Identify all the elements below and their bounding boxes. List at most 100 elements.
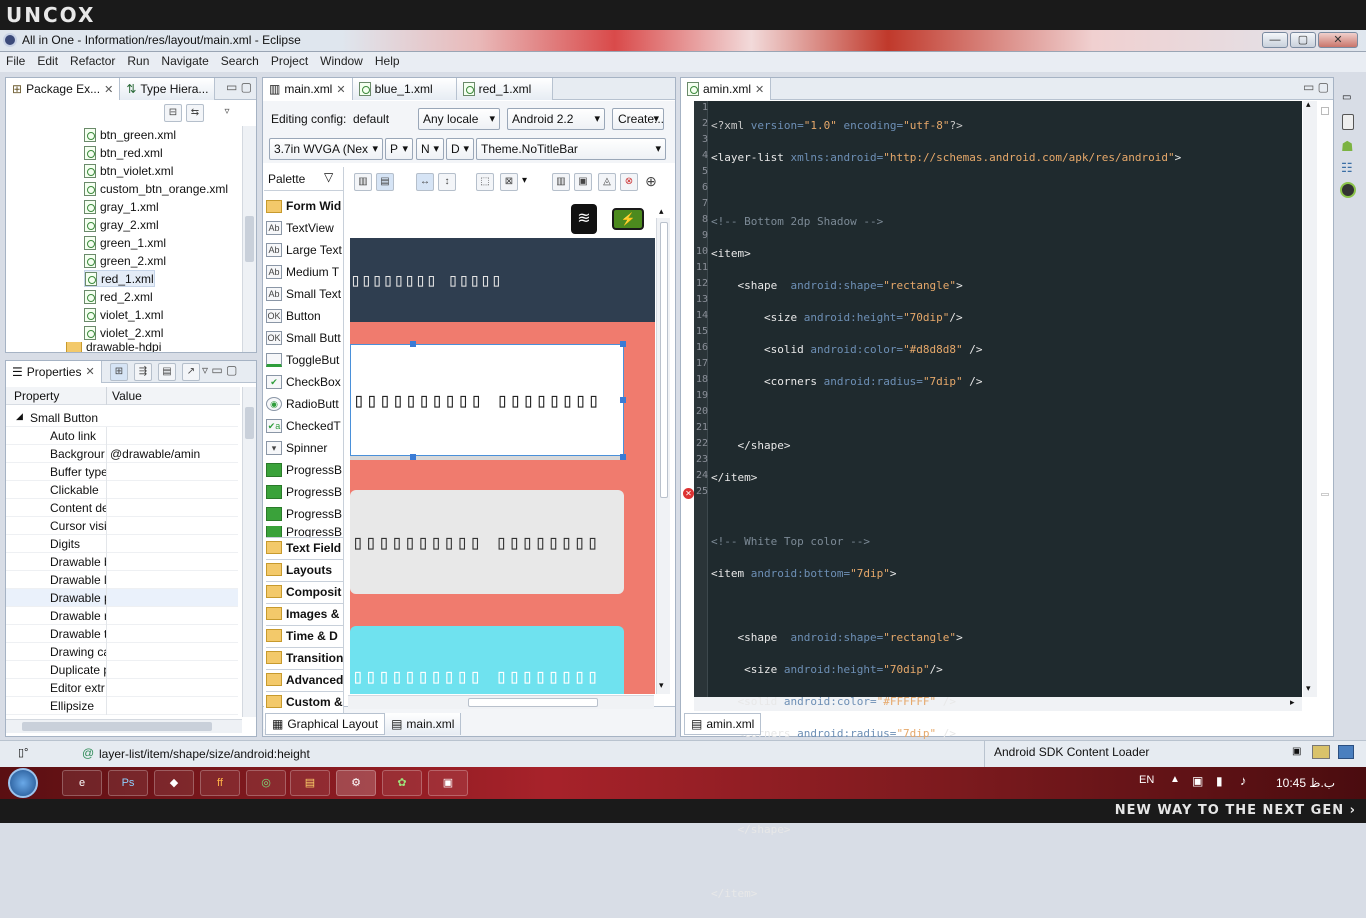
tree-item[interactable]: custom_btn_orange.xml bbox=[84, 180, 228, 197]
table-row[interactable]: Cursor visi bbox=[6, 517, 238, 535]
power-icon[interactable]: ▣ bbox=[1192, 774, 1203, 788]
menu-search[interactable]: Search bbox=[215, 52, 265, 70]
table-row[interactable]: Content de bbox=[6, 499, 238, 517]
refresh-icon[interactable]: ⊗ bbox=[620, 173, 638, 191]
taskbar-app-chrome[interactable]: ◎ bbox=[246, 770, 286, 796]
table-row[interactable]: Ellipsize bbox=[6, 697, 238, 715]
margins-icon[interactable]: ⬚ bbox=[476, 173, 494, 191]
close-icon[interactable]: ✕ bbox=[104, 83, 113, 96]
link-editor-icon[interactable]: ⇆ bbox=[186, 104, 204, 122]
locale-select[interactable]: Any locale bbox=[418, 108, 500, 130]
tab-main-xml[interactable]: ▥ main.xml ✕ bbox=[263, 78, 353, 100]
console-icon[interactable] bbox=[1338, 745, 1354, 759]
tree-item[interactable]: btn_green.xml bbox=[84, 126, 176, 143]
tray-expand-icon[interactable]: ▲ bbox=[1170, 774, 1180, 785]
categories-icon[interactable]: ⊞ bbox=[110, 363, 128, 381]
pin-icon[interactable]: ↗ bbox=[182, 363, 200, 381]
palette-item-checkedtextview[interactable]: ✔a CheckedT bbox=[266, 416, 344, 436]
tab-amin-xml[interactable]: amin.xml ✕ bbox=[681, 78, 772, 100]
progress-icon[interactable] bbox=[1312, 745, 1330, 759]
night-mode-select[interactable]: N bbox=[416, 138, 444, 160]
palette-item-medium-text[interactable]: Ab Medium T bbox=[266, 262, 344, 282]
volume-icon[interactable]: ♪ bbox=[1240, 773, 1247, 788]
tree-folder[interactable]: drawable-hdpi bbox=[66, 342, 161, 352]
dock-select[interactable]: D bbox=[446, 138, 474, 160]
orientation-select[interactable]: P bbox=[385, 138, 413, 160]
tab-amin-xml-source[interactable]: ▤ amin.xml bbox=[684, 713, 762, 735]
tree-item[interactable]: btn_red.xml bbox=[84, 144, 163, 161]
table-row[interactable]: Duplicate p bbox=[6, 661, 238, 679]
palette-category-custom[interactable]: Custom & bbox=[266, 691, 344, 711]
selection-handle[interactable] bbox=[620, 454, 626, 460]
selected-small-button[interactable]: ▯▯▯▯▯▯▯▯▯▯ ▯▯▯▯▯▯▯▯ bbox=[350, 344, 624, 456]
view-menu-icon[interactable]: ▿ ▭ ▢ bbox=[202, 363, 237, 377]
table-row[interactable]: Drawable t bbox=[6, 625, 238, 643]
clock[interactable]: 10:45 ب.ظ bbox=[1276, 776, 1335, 790]
table-row[interactable]: Drawing ca bbox=[6, 643, 238, 661]
taskbar-app-firefox[interactable]: ff bbox=[200, 770, 240, 796]
tab-main-xml-source[interactable]: ▤ main.xml bbox=[385, 713, 462, 735]
tree-item[interactable]: violet_1.xml bbox=[84, 306, 163, 323]
tree-item[interactable]: btn_violet.xml bbox=[84, 162, 173, 179]
gravity-dropdown-icon[interactable]: ▾ bbox=[522, 175, 527, 186]
device-select[interactable]: 3.7in WVGA (Nex bbox=[269, 138, 383, 160]
actual-size-icon[interactable]: ▣ bbox=[574, 173, 592, 191]
menu-file[interactable]: File bbox=[0, 52, 31, 70]
palette-item-textview[interactable]: Ab TextView bbox=[266, 218, 344, 238]
close-icon[interactable]: ✕ bbox=[85, 365, 94, 378]
property-value[interactable]: @drawable/amin bbox=[110, 447, 200, 461]
taskbar-app-eclipse[interactable]: e bbox=[62, 770, 102, 796]
taskbar-app-paint[interactable]: ✿ bbox=[382, 770, 422, 796]
gravity-icon[interactable]: ⊠ bbox=[500, 173, 518, 191]
explorer-scrollbar[interactable] bbox=[242, 126, 256, 352]
tab-properties[interactable]: ☰ Properties ✕ bbox=[6, 360, 102, 383]
layout-horizontal-icon[interactable]: ▥ bbox=[354, 173, 372, 191]
taskbar-app-photoshop[interactable]: Ps bbox=[108, 770, 148, 796]
view-min-max-icons[interactable]: ▭ ▢ bbox=[1299, 78, 1333, 99]
start-button[interactable] bbox=[8, 768, 38, 798]
tree-item[interactable]: gray_1.xml bbox=[84, 198, 159, 215]
palette-category-composite[interactable]: Composit bbox=[266, 581, 344, 601]
menu-project[interactable]: Project bbox=[265, 52, 314, 70]
palette-item-checkbox[interactable]: ✔ CheckBox bbox=[266, 372, 344, 392]
ddms-icon[interactable] bbox=[1340, 182, 1356, 198]
tree-item[interactable]: green_1.xml bbox=[84, 234, 166, 251]
selection-handle[interactable] bbox=[410, 341, 416, 347]
hierarchy-view-icon[interactable]: ☷ bbox=[1341, 160, 1353, 176]
palette-item-togglebutton[interactable]: ToggleBut bbox=[266, 350, 344, 370]
collapse-all-icon[interactable]: ⊟ bbox=[164, 104, 182, 122]
zoom-in-icon[interactable]: ⊕ bbox=[642, 173, 660, 191]
palette-category-images[interactable]: Images & bbox=[266, 603, 344, 623]
fill-height-icon[interactable]: ↕ bbox=[438, 173, 456, 191]
create-config-button[interactable]: Create... bbox=[612, 108, 664, 130]
tree-item[interactable]: green_2.xml bbox=[84, 252, 166, 269]
cyan-button[interactable]: ▯▯▯▯▯▯▯▯▯▯ ▯▯▯▯▯▯▯▯ bbox=[350, 626, 624, 694]
close-button[interactable]: ✕ bbox=[1318, 32, 1358, 48]
theme-select[interactable]: Theme.NoTitleBar bbox=[476, 138, 666, 160]
palette-item-spinner[interactable]: ▾ Spinner bbox=[266, 438, 344, 458]
close-icon[interactable]: ✕ bbox=[336, 83, 345, 96]
palette-category-advanced[interactable]: Advanced bbox=[266, 669, 344, 689]
api-level-select[interactable]: Android 2.2 bbox=[507, 108, 605, 130]
tree-item[interactable]: gray_2.xml bbox=[84, 216, 159, 233]
advanced-icon[interactable]: ⇶ bbox=[134, 363, 152, 381]
menu-edit[interactable]: Edit bbox=[31, 52, 64, 70]
device-icon[interactable] bbox=[1342, 114, 1354, 130]
restore-icon[interactable]: ▣ bbox=[1292, 746, 1301, 757]
palette-item-radiobutton[interactable]: ◉ RadioButt bbox=[266, 394, 344, 414]
layout-vertical-icon[interactable]: ▤ bbox=[376, 173, 394, 191]
maximize-button[interactable]: ▢ bbox=[1290, 32, 1316, 48]
menu-help[interactable]: Help bbox=[369, 52, 406, 70]
palette-item-small-button[interactable]: OK Small Butt bbox=[266, 328, 344, 348]
menu-refactor[interactable]: Refactor bbox=[64, 52, 121, 70]
table-row[interactable]: Digits bbox=[6, 535, 238, 553]
palette-category-transitions[interactable]: Transition bbox=[266, 647, 344, 667]
table-row[interactable]: Drawable b bbox=[6, 553, 238, 571]
tree-item[interactable]: red_2.xml bbox=[84, 288, 153, 305]
table-row[interactable]: Buffer type bbox=[6, 463, 238, 481]
taskbar-app-media[interactable]: ◆ bbox=[154, 770, 194, 796]
tab-red-1-xml[interactable]: red_1.xml bbox=[456, 78, 553, 100]
view-menu-icon[interactable]: ▿ bbox=[218, 104, 236, 122]
table-row[interactable]: Backgrour @drawable/amin bbox=[6, 445, 238, 463]
tab-package-explorer[interactable]: ⊞ Package Ex... ✕ bbox=[6, 78, 121, 100]
